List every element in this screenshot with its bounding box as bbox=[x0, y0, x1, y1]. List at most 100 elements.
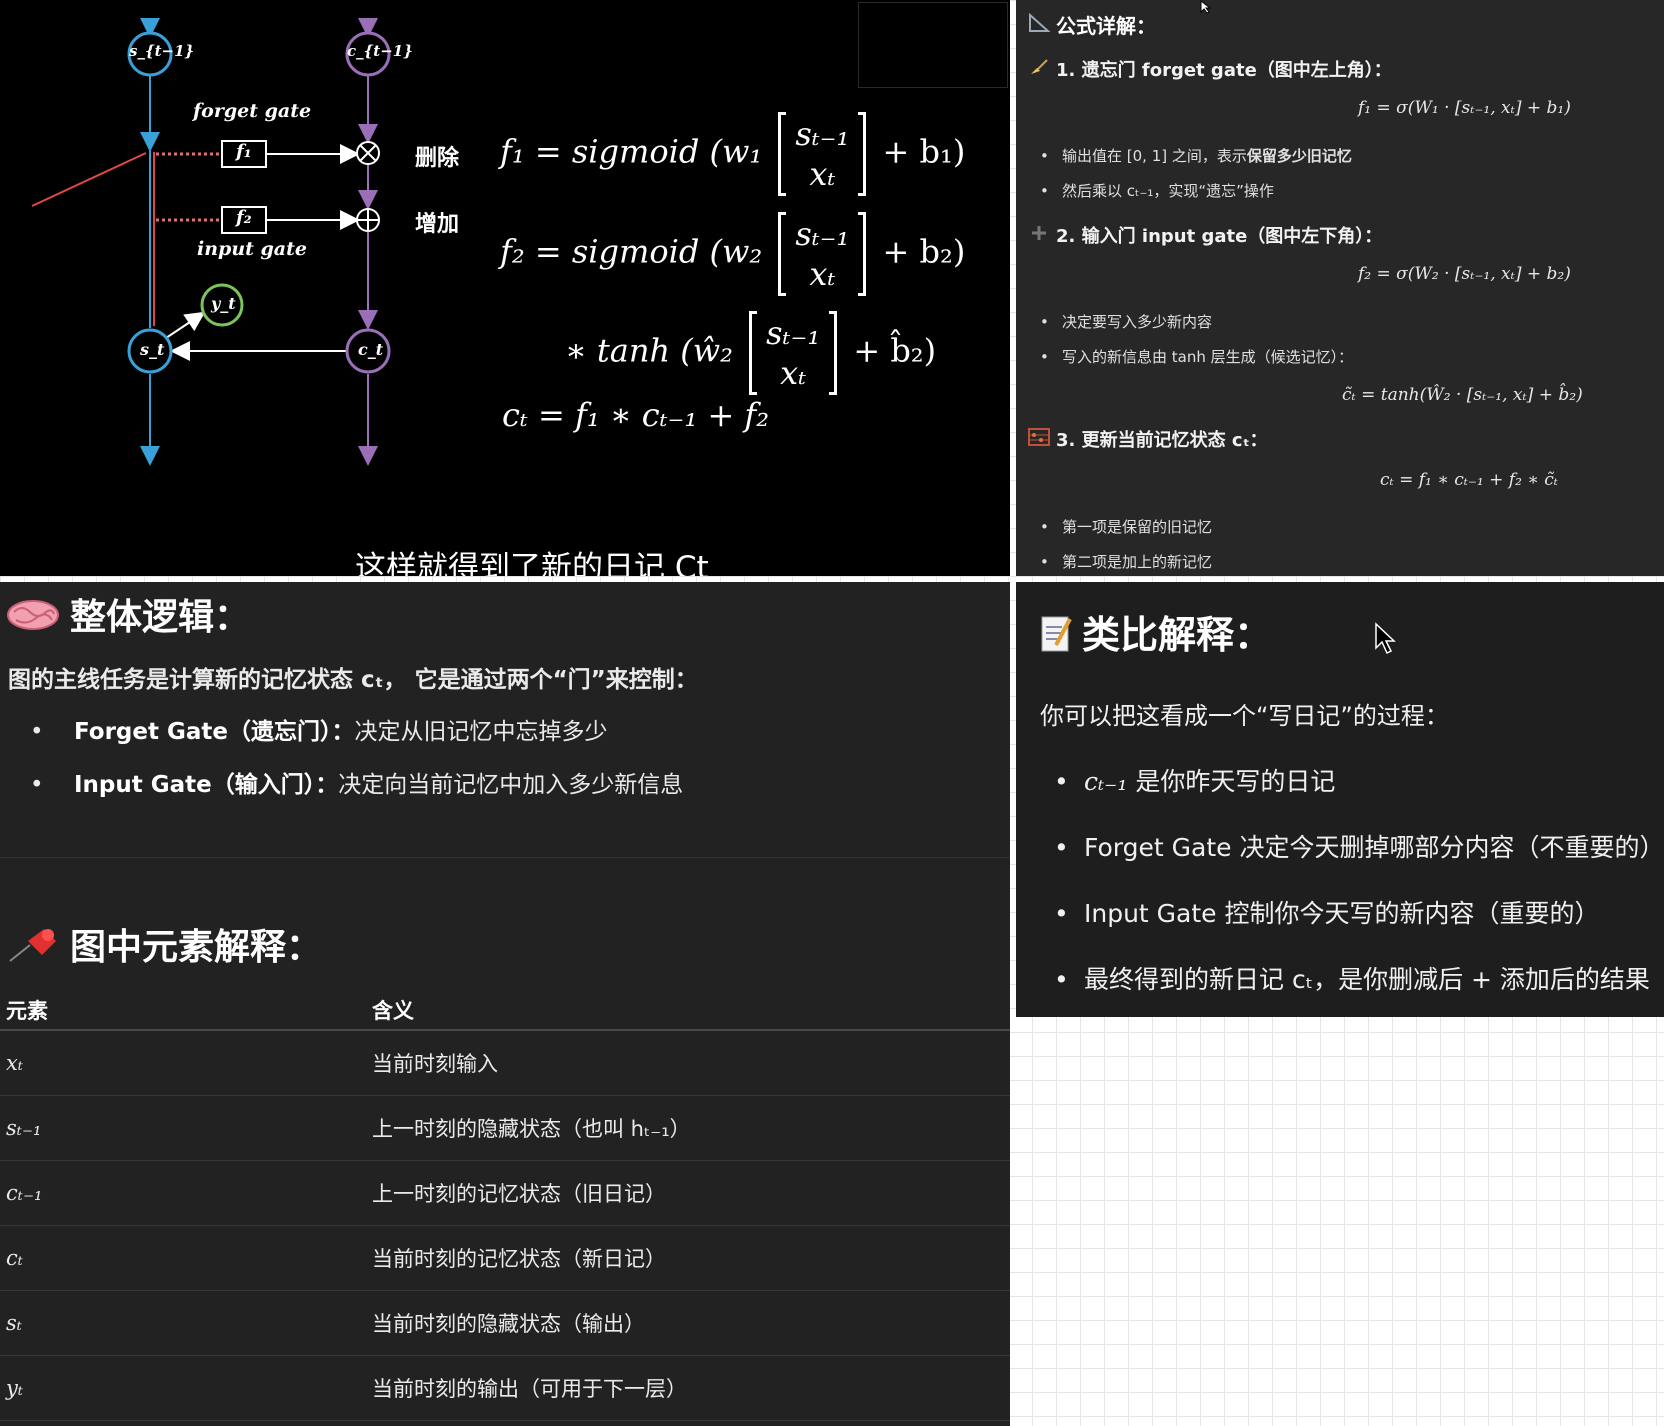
analogy-item: 最终得到的新日记 cₜ，是你删减后 + 添加后的结果 bbox=[1054, 960, 1650, 996]
elements-title-text: 图中元素解释： bbox=[70, 927, 323, 968]
table-cell-symbol: cₜ₋₁ bbox=[0, 1160, 366, 1226]
sec1-b1-text: 输出值在 [0, 1] 之间，表示 bbox=[1062, 147, 1247, 165]
node-c-label: c_t bbox=[358, 340, 384, 359]
formula-details-panel: 公式详解： 1. 遗忘门 forget gate（图中左上角）： f₁ = σ(… bbox=[1016, 0, 1664, 576]
sec2-title: 2. 输入门 input gate（图中左下角）： bbox=[1028, 222, 1382, 248]
brain-icon bbox=[6, 598, 60, 641]
logic-item-input: Input Gate（输入门）：决定向当前记忆中加入多少新信息 bbox=[30, 765, 683, 799]
table-row: yₜ 当前时刻的输出（可用于下一层） bbox=[0, 1355, 1010, 1421]
table-cell-symbol: yₜ bbox=[0, 1355, 366, 1421]
eq2-mat-bottom: xₜ bbox=[809, 255, 836, 293]
eq2-matrix: sₜ₋₁ xₜ bbox=[778, 212, 867, 296]
broom-icon bbox=[1028, 58, 1050, 81]
f2-box-label: f₂ bbox=[236, 207, 252, 228]
table-cell-symbol: sₜ₋₁ bbox=[0, 1095, 366, 1161]
analogy-item-text: Forget Gate 决定今天删掉哪部分内容（不重要的） bbox=[1084, 833, 1664, 862]
eq1-rhs: + b₁) bbox=[882, 132, 966, 171]
table-cell-symbol: xₜ bbox=[0, 1030, 366, 1096]
table-header-row: 元素 含义 bbox=[0, 990, 1010, 1031]
sec1-b1-bold: 保留多少旧记忆 bbox=[1246, 147, 1352, 165]
analogy-title: 类比解释： bbox=[1040, 604, 1272, 662]
analogy-item: cₜ₋₁ 是你昨天写的日记 bbox=[1054, 762, 1335, 798]
eq1-mat-bottom: xₜ bbox=[809, 155, 836, 193]
table-row: cₜ 当前时刻的记忆状态（新日记） bbox=[0, 1225, 1010, 1291]
sec1-bullet-2: 然后乘以 cₜ₋₁，实现“遗忘”操作 bbox=[1040, 180, 1274, 201]
sec1-title: 1. 遗忘门 forget gate（图中左上角）： bbox=[1028, 56, 1392, 82]
logic-item-forget: Forget Gate（遗忘门）：决定从旧记忆中忘掉多少 bbox=[30, 712, 607, 746]
sec1-formula: f₁ = σ(W₁ · [sₜ₋₁, xₜ] + b₁) bbox=[1358, 98, 1571, 118]
add-label: 增加 bbox=[415, 212, 460, 237]
node-y-label: y_t bbox=[211, 294, 236, 313]
logic-title-text: 整体逻辑： bbox=[70, 597, 251, 638]
forget-gate-label: forget gate bbox=[193, 100, 312, 122]
analogy-item: Forget Gate 决定今天删掉哪部分内容（不重要的） bbox=[1054, 828, 1664, 864]
equation-f1: f₁ = sigmoid (w₁ sₜ₋₁ xₜ + b₁) bbox=[500, 112, 965, 196]
eq3-lhs: ∗ tanh (ŵ₂ bbox=[565, 331, 733, 370]
frame-outline bbox=[858, 2, 1008, 88]
mouse-cursor-small bbox=[1200, 0, 1212, 14]
logic-title: 整体逻辑： bbox=[6, 588, 250, 641]
video-frame-panel: s_{t−1} c_{t−1} s_t c_t y_t f₁ f₂ forget… bbox=[0, 0, 1010, 576]
sec1-bullet-1: 输出值在 [0, 1] 之间，表示保留多少旧记忆 bbox=[1040, 145, 1352, 166]
sec2-formula-2: c̃ₜ = tanh(Ŵ₂ · [sₜ₋₁, xₜ] + b̂₂) bbox=[1342, 385, 1583, 405]
sec2-bullet-1: 决定要写入多少新内容 bbox=[1040, 311, 1212, 332]
memo-icon bbox=[1040, 613, 1074, 662]
eq1-matrix: sₜ₋₁ xₜ bbox=[778, 112, 867, 196]
sec3-formula: cₜ = f₁ ∗ cₜ₋₁ + f₂ ∗ c̃ₜ bbox=[1380, 470, 1558, 490]
analogy-title-text: 类比解释： bbox=[1082, 613, 1273, 657]
table-row: xₜ 当前时刻输入 bbox=[0, 1030, 1010, 1096]
analogy-item-math: cₜ₋₁ bbox=[1084, 767, 1128, 796]
input-gate-label: input gate bbox=[197, 238, 307, 260]
triangle-ruler-icon bbox=[1028, 12, 1051, 38]
f1-box-label: f₁ bbox=[236, 141, 252, 162]
pushpin-icon bbox=[6, 927, 60, 972]
sec1-title-text: 1. 遗忘门 forget gate（图中左上角）： bbox=[1056, 60, 1392, 81]
analogy-intro: 你可以把这看成一个“写日记”的过程： bbox=[1040, 702, 1449, 730]
table-cell-symbol: sₜ bbox=[0, 1290, 366, 1356]
mouse-cursor bbox=[1375, 622, 1396, 655]
add-operator bbox=[356, 208, 380, 232]
logic-intro: 图的主线任务是计算新的记忆状态 cₜ， 它是通过两个“门”来控制： bbox=[8, 667, 698, 693]
table-cell-meaning: 当前时刻的输出（可用于下一层） bbox=[366, 1355, 1010, 1421]
analogy-item: Input Gate 控制你今天写的新内容（重要的） bbox=[1054, 894, 1600, 930]
formula-title-text: 公式详解： bbox=[1056, 14, 1156, 38]
logic-item-input-text: 决定向当前记忆中加入多少新信息 bbox=[338, 772, 684, 798]
node-c-prev-label: c_{t−1} bbox=[347, 42, 413, 60]
table-header-element: 元素 bbox=[0, 990, 366, 1031]
table-cell-symbol: cₜ bbox=[0, 1225, 366, 1291]
analogy-item-text: 最终得到的新日记 cₜ，是你删减后 + 添加后的结果 bbox=[1084, 965, 1650, 994]
table-cell-meaning: 当前时刻输入 bbox=[366, 1030, 1010, 1096]
eq3-rhs: + b̂₂) bbox=[853, 331, 937, 370]
table-row: sₜ 当前时刻的隐藏状态（输出） bbox=[0, 1290, 1010, 1356]
overall-logic-panel: 整体逻辑： 图的主线任务是计算新的记忆状态 cₜ， 它是通过两个“门”来控制： … bbox=[0, 582, 1010, 1426]
equation-tanh: ∗ tanh (ŵ₂ sₜ₋₁ xₜ + b̂₂) bbox=[565, 311, 936, 395]
delete-label: 删除 bbox=[415, 146, 460, 171]
sec3-title: 3. 更新当前记忆状态 cₜ： bbox=[1028, 426, 1268, 452]
table-cell-meaning: 上一时刻的隐藏状态（也叫 hₜ₋₁） bbox=[366, 1095, 1010, 1161]
table-row: cₜ₋₁ 上一时刻的记忆状态（旧日记） bbox=[0, 1160, 1010, 1226]
eq2-mat-top: sₜ₋₁ bbox=[795, 215, 850, 253]
table-header-meaning: 含义 bbox=[366, 990, 1010, 1031]
sec3-bullet-1: 第一项是保留的旧记忆 bbox=[1040, 516, 1212, 537]
eq2-lhs: f₂ = sigmoid (w₂ bbox=[500, 232, 763, 271]
analogy-item-text: Input Gate 控制你今天写的新内容（重要的） bbox=[1084, 899, 1600, 928]
elements-title: 图中元素解释： bbox=[6, 918, 322, 972]
multiply-operator bbox=[356, 141, 380, 165]
equation-ct: cₜ = f₁ ∗ cₜ₋₁ + f₂ bbox=[502, 396, 770, 434]
sec2-title-text: 2. 输入门 input gate（图中左下角）： bbox=[1056, 226, 1383, 247]
video-caption: 这样就得到了新的日记 Ct bbox=[355, 550, 709, 576]
abacus-icon bbox=[1028, 428, 1050, 451]
eq1-mat-top: sₜ₋₁ bbox=[795, 115, 850, 153]
table-cell-meaning: 当前时刻的记忆状态（新日记） bbox=[366, 1225, 1010, 1291]
logic-item-input-bold: Input Gate（输入门）： bbox=[74, 772, 339, 798]
plus-icon bbox=[1028, 224, 1050, 247]
equation-f2: f₂ = sigmoid (w₂ sₜ₋₁ xₜ + b₂) bbox=[500, 212, 965, 296]
section-divider bbox=[0, 857, 1010, 858]
node-s-label: s_t bbox=[140, 340, 165, 359]
eq3-matrix: sₜ₋₁ xₜ bbox=[749, 311, 838, 395]
elements-table: 元素 含义 xₜ 当前时刻输入 sₜ₋₁ 上一时刻的隐藏状态（也叫 hₜ₋₁） cₜ… bbox=[0, 990, 1010, 1421]
eq2-rhs: + b₂) bbox=[882, 232, 966, 271]
table-cell-meaning: 上一时刻的记忆状态（旧日记） bbox=[366, 1160, 1010, 1226]
table-row: sₜ₋₁ 上一时刻的隐藏状态（也叫 hₜ₋₁） bbox=[0, 1095, 1010, 1161]
sec3-title-text: 3. 更新当前记忆状态 cₜ： bbox=[1056, 430, 1268, 451]
